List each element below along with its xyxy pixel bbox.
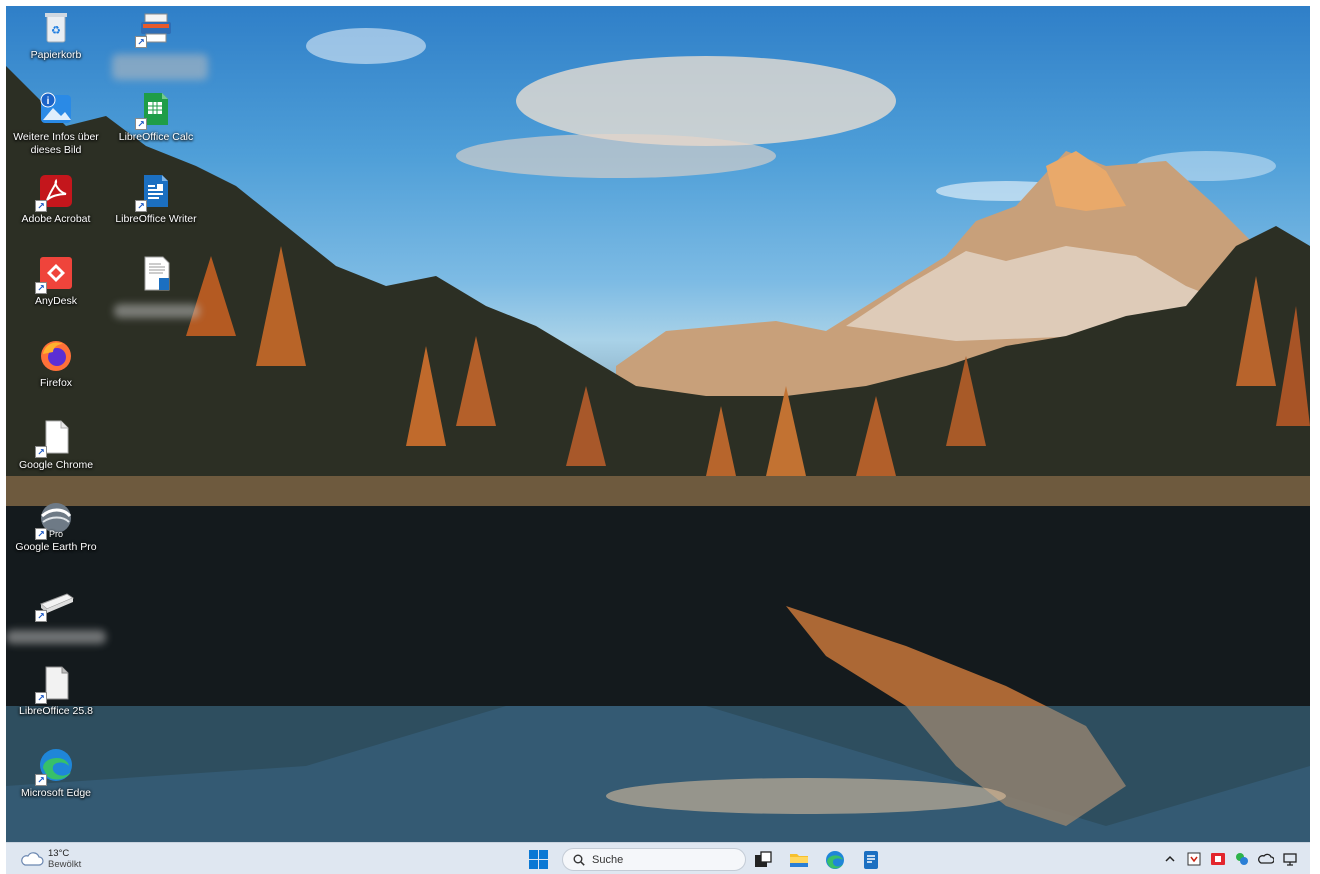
office-app-button[interactable] [860, 849, 882, 871]
tray-app-1[interactable] [1186, 851, 1202, 867]
cloud-icon [1258, 853, 1275, 864]
task-view-icon [755, 851, 772, 867]
edge-icon [826, 851, 844, 869]
shortcut-arrow-icon: ↗ [35, 200, 47, 212]
desktop-icon-recycle-bin[interactable]: ♻ Papierkorb [6, 6, 106, 84]
writer-document-icon [137, 254, 175, 292]
tray-app-icon [1187, 852, 1201, 866]
shortcut-arrow-icon: ↗ [135, 36, 147, 48]
office-app-icon [864, 851, 878, 869]
blurred-label [6, 630, 106, 644]
file-explorer-button[interactable] [788, 849, 810, 871]
cloud-icon [21, 852, 44, 866]
search-placeholder: Suche [592, 853, 624, 866]
search-icon [573, 854, 585, 866]
weather-condition: Bewölkt [48, 859, 82, 870]
desktop-icon-label: Papierkorb [30, 49, 82, 61]
shortcut-arrow-icon: ↗ [35, 528, 47, 540]
chevron-up-icon [1165, 855, 1175, 862]
firefox-icon [37, 336, 75, 374]
file-explorer-icon [790, 854, 808, 867]
libreoffice-icon: ↗ [35, 664, 75, 704]
desktop-icon-label: LibreOffice Calc [118, 131, 194, 143]
tray-security[interactable] [1234, 851, 1250, 867]
desktop-icon-label: Firefox [39, 377, 73, 389]
tray-app-2[interactable] [1210, 851, 1226, 867]
desktop-icon-libreoffice[interactable]: ↗ LibreOffice 25.8 [6, 662, 106, 740]
tray-network[interactable] [1282, 851, 1298, 867]
edge-taskbar-button[interactable] [824, 849, 846, 871]
shortcut-arrow-icon: ↗ [35, 446, 47, 458]
desktop-icon-label: LibreOffice Writer [115, 213, 197, 225]
weather-widget[interactable]: 13°C Bewölkt [20, 848, 81, 870]
start-button[interactable] [529, 850, 548, 869]
taskbar-search[interactable]: Suche [562, 848, 746, 871]
desktop-icon-scanner[interactable]: ↗ [6, 580, 106, 658]
shortcut-arrow-icon: ↗ [35, 692, 47, 704]
tray-onedrive[interactable] [1258, 851, 1275, 867]
shortcut-arrow-icon: ↗ [35, 774, 47, 786]
scanner-icon: ↗ [35, 582, 75, 622]
desktop-icon-label: Google Earth Pro [15, 541, 97, 553]
desktop-icon-printer-app[interactable]: ↗ [106, 6, 208, 84]
printer-icon: ↗ [135, 8, 175, 48]
blurred-label [112, 54, 208, 80]
desktop-icon-microsoft-edge[interactable]: ↗ Microsoft Edge [6, 744, 106, 822]
taskbar: 13°C Bewölkt Suche [6, 842, 1310, 874]
shortcut-arrow-icon: ↗ [35, 282, 47, 294]
network-icon [1283, 853, 1297, 866]
shortcut-arrow-icon: ↗ [135, 200, 147, 212]
desktop-icon-adobe-acrobat[interactable]: ↗ Adobe Acrobat [6, 170, 106, 248]
recycle-bin-icon: ♻ [37, 8, 75, 46]
desktop-icon-anydesk[interactable]: ↗ AnyDesk [6, 252, 106, 330]
desktop-icon-document[interactable] [106, 252, 206, 330]
blurred-label [114, 304, 200, 318]
google-earth-icon: ↗ Pro [35, 500, 75, 540]
desktop-icon-label: Microsoft Edge [20, 787, 92, 799]
libreoffice-calc-icon: ↗ [135, 90, 175, 130]
microsoft-edge-icon: ↗ [35, 746, 75, 786]
desktop-wallpaper: ♻ Papierkorb i Weitere Infos über dieses… [6, 6, 1310, 842]
blank-document-icon: ↗ [35, 418, 75, 458]
shortcut-arrow-icon: ↗ [135, 118, 147, 130]
svg-text:♻: ♻ [51, 25, 61, 37]
desktop-icon-firefox[interactable]: Firefox [6, 334, 106, 412]
desktop-icon-label: AnyDesk [34, 295, 77, 307]
red-tray-icon [1211, 853, 1225, 865]
svg-text:i: i [47, 96, 50, 107]
desktop-icon-libreoffice-calc[interactable]: ↗ LibreOffice Calc [106, 88, 206, 166]
desktop-icon-label: Weitere Infos über dieses Bild [13, 131, 99, 156]
task-view-button[interactable] [752, 849, 774, 871]
desktop-icon-label: Google Chrome [18, 459, 94, 471]
show-hidden-icons[interactable] [1162, 851, 1178, 867]
desktop-icon-libreoffice-writer[interactable]: ↗ LibreOffice Writer [106, 170, 206, 248]
desktop-icon-label: Adobe Acrobat [21, 213, 91, 225]
libreoffice-writer-icon: ↗ [135, 172, 175, 212]
anydesk-icon: ↗ [35, 254, 75, 294]
picture-info-icon: i [37, 90, 75, 128]
desktop-icon-google-chrome[interactable]: ↗ Google Chrome [6, 416, 106, 494]
desktop-icon-google-earth-pro[interactable]: ↗ Pro Google Earth Pro [6, 498, 106, 576]
weather-temperature: 13°C [48, 848, 70, 859]
desktop-icon-label: LibreOffice 25.8 [19, 705, 93, 717]
desktop-icon-info[interactable]: i Weitere Infos über dieses Bild [6, 88, 106, 166]
security-icon [1236, 853, 1248, 865]
adobe-acrobat-icon: ↗ [35, 172, 75, 212]
shortcut-arrow-icon: ↗ [35, 610, 47, 622]
pro-badge: Pro [49, 529, 64, 539]
windows-logo-icon [529, 850, 548, 869]
